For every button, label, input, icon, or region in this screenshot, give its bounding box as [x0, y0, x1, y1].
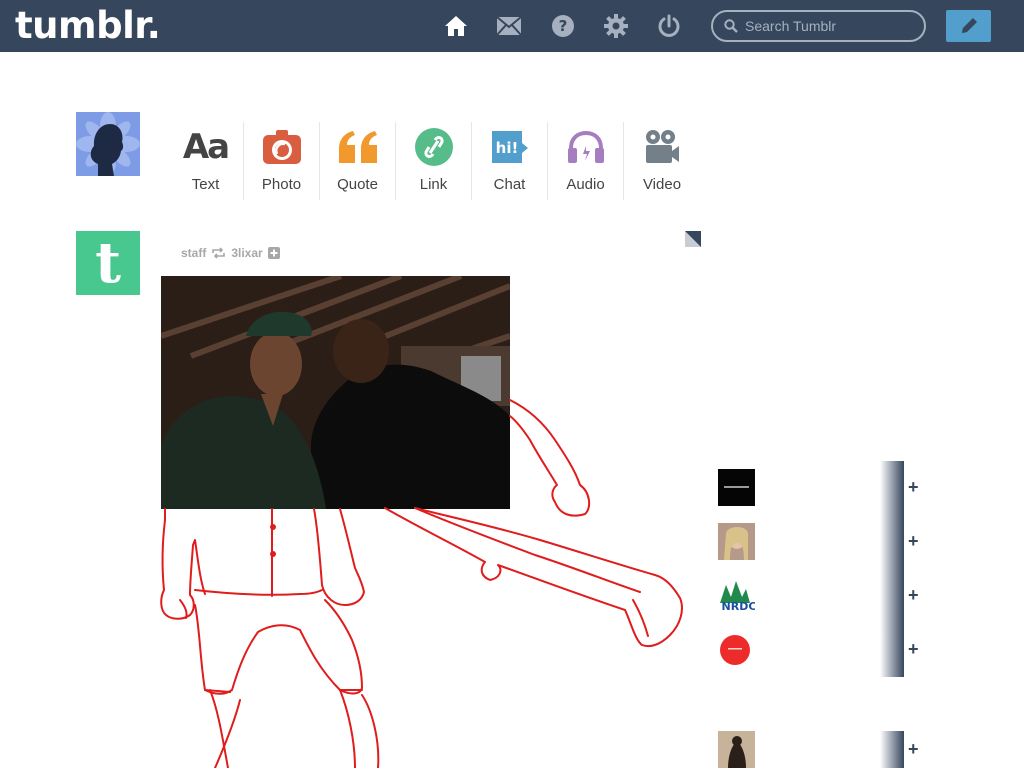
gear-icon[interactable] — [603, 13, 629, 39]
recommended-blog-fade — [880, 569, 904, 623]
recommended-blog-fade — [880, 731, 904, 768]
post-type-photo[interactable]: Photo — [244, 122, 320, 200]
recommended-blog-row[interactable]: + — [718, 731, 928, 768]
quote-icon — [337, 122, 379, 172]
link-icon — [414, 122, 453, 172]
svg-text:?: ? — [559, 17, 568, 35]
post-type-label: Video — [642, 176, 682, 193]
search-box[interactable] — [711, 10, 926, 42]
post-type-label: Quote — [337, 176, 378, 193]
help-icon[interactable]: ? — [550, 13, 576, 39]
post-type-label: Chat — [493, 176, 526, 193]
recommended-blog-fade — [880, 461, 904, 515]
tumblr-logo[interactable]: tumblr. — [15, 4, 161, 47]
follow-plus-icon[interactable]: + — [908, 739, 919, 760]
compose-button[interactable] — [946, 10, 991, 42]
recommended-blog-row[interactable]: + — [718, 623, 928, 677]
post-type-text[interactable]: Aa Text — [168, 122, 244, 200]
search-input[interactable] — [745, 17, 915, 35]
follow-plus-icon[interactable] — [267, 247, 280, 259]
post-header: staff 3lixar — [181, 246, 280, 260]
post-type-label: Link — [419, 176, 448, 193]
svg-text:NRDC: NRDC — [722, 600, 755, 613]
follow-plus-icon[interactable]: + — [908, 585, 919, 606]
post-photo[interactable] — [161, 276, 510, 509]
post-type-video[interactable]: Video — [624, 122, 700, 200]
reblogged-from-link[interactable]: 3lixar — [231, 246, 262, 260]
chat-icon: hi! — [490, 122, 530, 172]
recommended-blog-avatar[interactable] — [718, 523, 755, 560]
follow-plus-icon[interactable]: + — [908, 477, 919, 498]
post-author-avatar[interactable]: t — [76, 230, 140, 296]
mail-icon[interactable] — [496, 13, 522, 39]
post-type-audio[interactable]: Audio — [548, 122, 624, 200]
headphones-icon — [566, 122, 606, 172]
post-type-quote[interactable]: Quote — [320, 122, 396, 200]
post-type-label: Text — [191, 176, 220, 193]
post-type-chat[interactable]: hi! Chat — [472, 122, 548, 200]
post-type-selector: Aa Text Photo Quote Link hi! Chat Audio — [168, 122, 700, 200]
power-icon[interactable] — [656, 13, 682, 39]
recommended-blog-avatar[interactable] — [718, 631, 755, 668]
post-type-link[interactable]: Link — [396, 122, 472, 200]
recommended-blog-avatar[interactable] — [718, 469, 755, 506]
follow-plus-icon[interactable]: + — [908, 531, 919, 552]
recommended-blog-avatar[interactable]: NRDC — [718, 577, 756, 614]
camera-icon — [262, 122, 301, 172]
post-type-label: Audio — [566, 176, 605, 193]
recommended-blog-fade — [880, 515, 904, 569]
recommended-blog-row[interactable]: NRDC + — [718, 569, 928, 623]
post-type-label: Photo — [261, 176, 302, 193]
recommended-blog-fade — [880, 623, 904, 677]
user-avatar[interactable] — [76, 112, 140, 176]
pencil-icon — [961, 18, 977, 33]
svg-text:hi!: hi! — [495, 139, 518, 157]
top-navigation-bar: tumblr. ? — [0, 0, 1024, 52]
recommended-blog-row[interactable]: + — [718, 515, 928, 569]
search-icon — [724, 19, 738, 33]
post-author-link[interactable]: staff — [181, 246, 206, 260]
home-icon[interactable] — [443, 13, 469, 39]
video-camera-icon — [644, 122, 680, 172]
post-corner-fold-icon[interactable] — [685, 231, 701, 247]
text-icon: Aa — [182, 127, 230, 167]
recommended-blog-row[interactable]: + — [718, 461, 928, 515]
reblog-icon — [212, 247, 226, 259]
follow-plus-icon[interactable]: + — [908, 639, 919, 660]
recommended-blog-avatar[interactable] — [718, 731, 755, 768]
